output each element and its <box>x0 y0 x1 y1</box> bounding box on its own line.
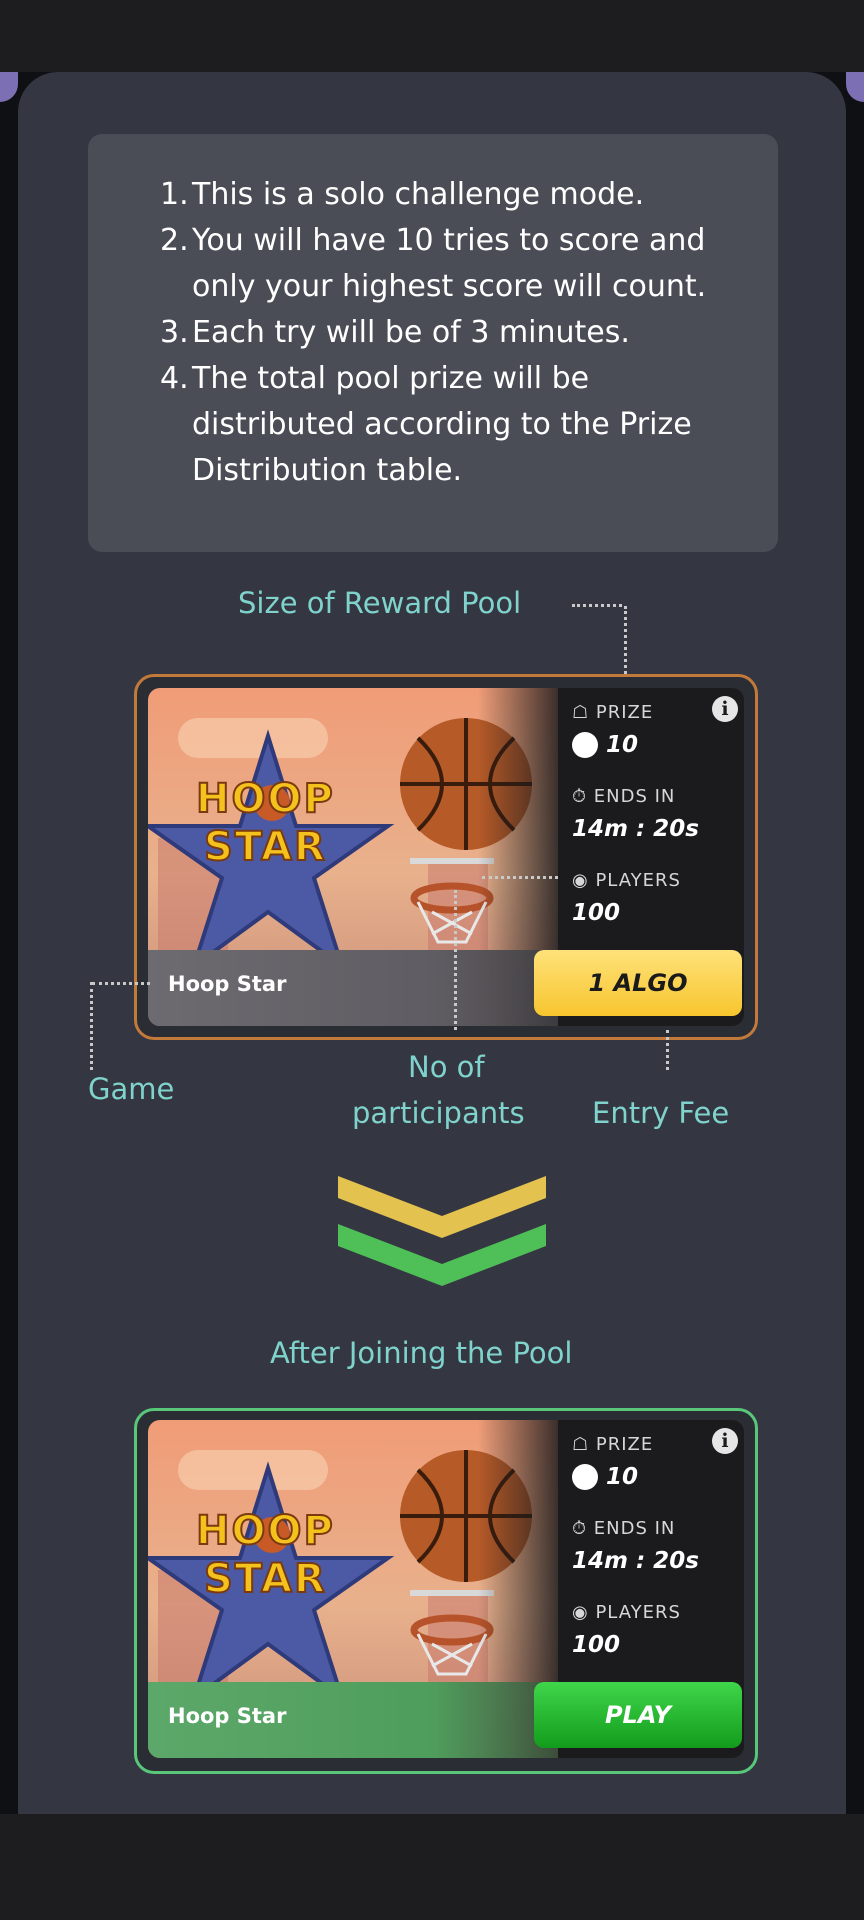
connector-game-v <box>90 982 93 1070</box>
ends-in-value: 14m : 20s <box>572 816 699 842</box>
players-value: 100 <box>572 1632 621 1658</box>
rule-number: 4. <box>160 361 189 396</box>
edge-accent-left <box>0 72 18 102</box>
chevron-down-icon <box>338 1176 546 1286</box>
label-entry-fee: Entry Fee <box>592 1096 730 1130</box>
label-game: Game <box>88 1072 175 1106</box>
status-bar <box>0 0 864 72</box>
rule-number: 1. <box>160 177 189 212</box>
connector-fee-v <box>666 1030 669 1070</box>
connector-game-h <box>92 982 150 985</box>
game-name: Hoop Star <box>168 972 287 996</box>
ends-in-value: 14m : 20s <box>572 1548 699 1574</box>
rule-item: 1. This is a solo challenge mode. <box>160 172 750 218</box>
play-button[interactable]: PLAY <box>534 1682 742 1748</box>
rule-text: You will have 10 tries to score and only… <box>192 223 707 304</box>
connector-participants-v <box>454 890 457 1030</box>
players-label: ◉ PLAYERS <box>572 1602 681 1623</box>
rule-number: 2. <box>160 223 189 258</box>
logo-text-star: STAR <box>203 823 327 871</box>
prize-label: ☖ PRIZE <box>572 1434 654 1455</box>
game-name-bar: Hoop Star <box>148 950 558 1026</box>
rules-list: 1. This is a solo challenge mode. 2. You w… <box>160 172 750 494</box>
info-icon[interactable]: i <box>712 696 738 722</box>
rule-text: This is a solo challenge mode. <box>192 177 645 212</box>
rule-number: 3. <box>160 315 189 350</box>
info-icon[interactable]: i <box>712 1428 738 1454</box>
rules-box: 1. This is a solo challenge mode. 2. You w… <box>88 134 778 552</box>
rule-item: 3. Each try will be of 3 minutes. <box>160 310 750 356</box>
players-value: 100 <box>572 900 621 926</box>
label-participants-2: participants <box>352 1096 525 1130</box>
players-label: ◉ PLAYERS <box>572 870 681 891</box>
algo-icon <box>572 1464 598 1490</box>
logo-text-hoop: HOOP <box>195 775 335 823</box>
label-reward-pool: Size of Reward Pool <box>238 586 522 620</box>
navigation-bar <box>0 1814 864 1920</box>
edge-accent-right <box>846 72 864 102</box>
label-after-joining: After Joining the Pool <box>270 1336 573 1370</box>
entry-fee-button[interactable]: 1 ALGO <box>534 950 742 1016</box>
game-name-bar: Hoop Star <box>148 1682 558 1758</box>
rule-item: 2. You will have 10 tries to score and on… <box>160 218 750 310</box>
ends-in-label: ⏱ ENDS IN <box>572 1518 676 1539</box>
logo-text-hoop: HOOP <box>195 1507 335 1555</box>
label-participants-1: No of <box>408 1050 485 1084</box>
connector-reward-h <box>572 604 622 607</box>
rule-item: 4. The total pool prize will be distribut… <box>160 356 750 494</box>
algo-icon <box>572 732 598 758</box>
prize-label: ☖ PRIZE <box>572 702 654 723</box>
logo-text-star: STAR <box>203 1555 327 1603</box>
prize-value: 10 <box>606 1464 639 1490</box>
rule-text: The total pool prize will be distributed… <box>192 361 692 488</box>
rule-text: Each try will be of 3 minutes. <box>192 315 630 350</box>
ends-in-label: ⏱ ENDS IN <box>572 786 676 807</box>
prize-value: 10 <box>606 732 639 758</box>
game-card-before[interactable]: HOOP STAR ☖ PRIZE 10 ⏱ ENDS IN 14m : 20s… <box>148 688 744 1026</box>
game-card-after[interactable]: HOOP STAR ☖ PRIZE 10 ⏱ ENDS IN 14m : 20s… <box>148 1420 744 1758</box>
connector-players-h <box>482 876 558 879</box>
game-name: Hoop Star <box>168 1704 287 1728</box>
